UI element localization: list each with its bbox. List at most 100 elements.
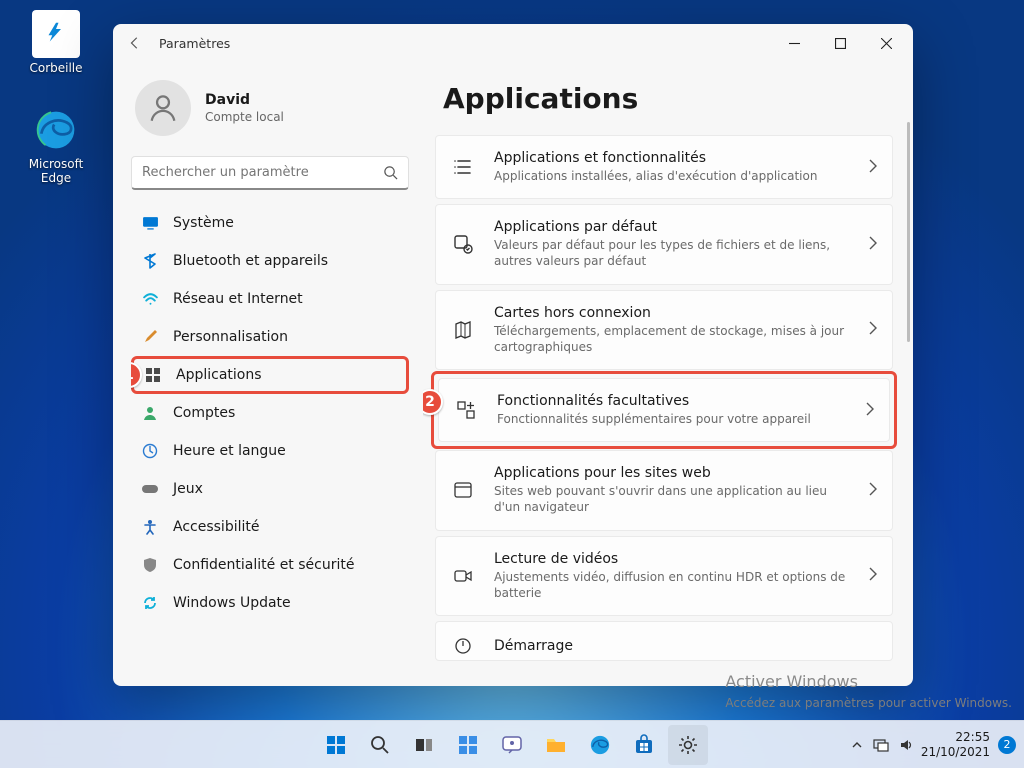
search-box[interactable]	[131, 156, 409, 190]
monitor-icon	[141, 214, 159, 232]
shield-icon	[141, 556, 159, 574]
taskbar-date: 21/10/2021	[921, 745, 990, 759]
chat-button[interactable]	[492, 725, 532, 765]
close-icon	[881, 38, 892, 49]
widgets-button[interactable]	[448, 725, 488, 765]
windows-icon	[324, 733, 348, 757]
sidebar-item-label: Personnalisation	[173, 329, 288, 345]
gamepad-icon	[141, 480, 159, 498]
system-tray[interactable]	[851, 738, 913, 752]
card-video-playback[interactable]: Lecture de vidéos Ajustements vidéo, dif…	[435, 536, 893, 616]
profile-name: David	[205, 92, 284, 108]
sidebar-item-accounts[interactable]: Comptes	[131, 394, 409, 432]
sidebar-item-apps[interactable]: Applications	[131, 356, 409, 394]
card-title: Applications et fonctionnalités	[494, 150, 850, 166]
window-title: Paramètres	[159, 36, 230, 51]
card-title: Applications par défaut	[494, 219, 850, 235]
notifications-badge[interactable]: 2	[998, 736, 1016, 754]
profile-block[interactable]: David Compte local	[131, 70, 409, 152]
task-view-button[interactable]	[404, 725, 444, 765]
sidebar-item-time-language[interactable]: Heure et langue	[131, 432, 409, 470]
sidebar-item-privacy[interactable]: Confidentialité et sécurité	[131, 546, 409, 584]
task-view-icon	[414, 735, 434, 755]
page-title: Applications	[443, 82, 893, 115]
card-offline-maps[interactable]: Cartes hors connexion Téléchargements, e…	[435, 290, 893, 370]
chevron-right-icon	[865, 401, 875, 420]
wifi-icon	[141, 290, 159, 308]
card-subtitle: Fonctionnalités supplémentaires pour vot…	[497, 411, 847, 427]
watermark-title: Activer Windows	[725, 671, 1012, 693]
sidebar-item-windows-update[interactable]: Windows Update	[131, 584, 409, 622]
chevron-right-icon	[868, 320, 878, 339]
taskbar-right: 22:55 21/10/2021 2	[851, 730, 1016, 759]
website-icon	[450, 480, 476, 500]
main-content: Applications Applications et fonctionnal…	[423, 62, 913, 686]
taskbar-center	[316, 725, 708, 765]
person-icon	[141, 404, 159, 422]
card-title: Fonctionnalités facultatives	[497, 393, 847, 409]
sidebar-item-label: Applications	[176, 367, 262, 383]
desktop-icon-edge[interactable]: Microsoft Edge	[18, 106, 94, 185]
chevron-up-icon	[851, 739, 863, 751]
card-subtitle: Applications installées, alias d'exécuti…	[494, 168, 850, 184]
search-input[interactable]	[142, 165, 383, 180]
minimize-button[interactable]	[771, 27, 817, 59]
arrow-left-icon	[128, 36, 142, 50]
nav-list: Système Bluetooth et appareils Réseau et…	[131, 204, 409, 686]
back-button[interactable]	[117, 25, 153, 61]
minimize-icon	[789, 38, 800, 49]
accessibility-icon	[141, 518, 159, 536]
card-apps-features[interactable]: Applications et fonctionnalités Applicat…	[435, 135, 893, 199]
desktop-icon-label: Microsoft Edge	[18, 157, 94, 185]
taskbar-search-button[interactable]	[360, 725, 400, 765]
sidebar: David Compte local Système Bluetoo	[113, 62, 423, 686]
taskbar: 22:55 21/10/2021 2	[0, 720, 1024, 768]
sidebar-item-bluetooth[interactable]: Bluetooth et appareils	[131, 242, 409, 280]
sidebar-item-label: Réseau et Internet	[173, 291, 303, 307]
brush-icon	[141, 328, 159, 346]
profile-subtitle: Compte local	[205, 110, 284, 124]
explorer-button[interactable]	[536, 725, 576, 765]
card-subtitle: Valeurs par défaut pour les types de fic…	[494, 237, 850, 269]
volume-icon	[899, 738, 913, 752]
sidebar-item-label: Comptes	[173, 405, 235, 421]
card-startup[interactable]: Démarrage	[435, 621, 893, 661]
avatar	[135, 80, 191, 136]
start-button[interactable]	[316, 725, 356, 765]
sidebar-item-accessibility[interactable]: Accessibilité	[131, 508, 409, 546]
card-apps-for-websites[interactable]: Applications pour les sites web Sites we…	[435, 450, 893, 530]
chat-icon	[501, 734, 523, 756]
sidebar-item-network[interactable]: Réseau et Internet	[131, 280, 409, 318]
person-icon	[146, 91, 180, 125]
card-default-apps[interactable]: Applications par défaut Valeurs par défa…	[435, 204, 893, 284]
store-button[interactable]	[624, 725, 664, 765]
sidebar-item-label: Bluetooth et appareils	[173, 253, 328, 269]
edge-taskbar-button[interactable]	[580, 725, 620, 765]
sidebar-item-gaming[interactable]: Jeux	[131, 470, 409, 508]
chevron-right-icon	[868, 158, 878, 177]
gear-icon	[677, 734, 699, 756]
folder-icon	[545, 734, 567, 756]
card-optional-features[interactable]: Fonctionnalités facultatives Fonctionnal…	[438, 378, 890, 442]
card-subtitle: Ajustements vidéo, diffusion en continu …	[494, 569, 850, 601]
sidebar-item-label: Heure et langue	[173, 443, 286, 459]
card-title: Démarrage	[494, 638, 878, 654]
desktop-icon-recycle-bin[interactable]: Corbeille	[18, 10, 94, 75]
map-icon	[450, 320, 476, 340]
desktop-icon-label: Corbeille	[18, 61, 94, 75]
card-title: Cartes hors connexion	[494, 305, 850, 321]
activation-watermark: Activer Windows Accédez aux paramètres p…	[725, 671, 1012, 712]
search-icon	[383, 165, 398, 180]
chevron-right-icon	[868, 481, 878, 500]
video-icon	[450, 566, 476, 586]
sidebar-item-system[interactable]: Système	[131, 204, 409, 242]
sidebar-item-personalization[interactable]: Personnalisation	[131, 318, 409, 356]
scrollbar[interactable]	[907, 122, 910, 342]
chevron-right-icon	[868, 566, 878, 585]
settings-taskbar-button[interactable]	[668, 725, 708, 765]
close-button[interactable]	[863, 27, 909, 59]
maximize-icon	[835, 38, 846, 49]
taskbar-clock[interactable]: 22:55 21/10/2021	[921, 730, 990, 759]
sidebar-item-label: Confidentialité et sécurité	[173, 557, 354, 573]
maximize-button[interactable]	[817, 27, 863, 59]
